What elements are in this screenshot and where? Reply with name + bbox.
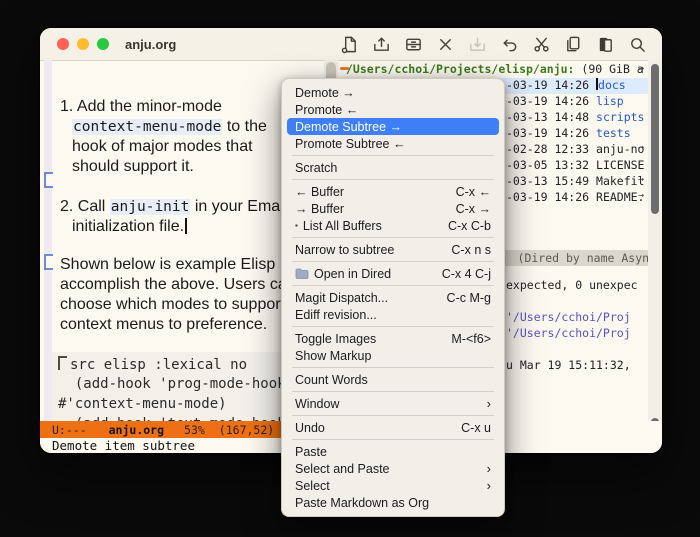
modeline-chrome: U:--- xyxy=(52,422,87,437)
toolbar xyxy=(338,28,648,60)
dired-path: /Users/cchoi/Projects/elisp/anju: xyxy=(346,62,575,76)
dired-dir-name[interactable]: scripts xyxy=(596,110,644,124)
menu-separator xyxy=(292,261,494,262)
context-menu: Demote → Promote ← Demote Subtree → Prom… xyxy=(281,78,505,517)
src-block-header: src elisp :lexical no xyxy=(58,356,247,373)
menu-item-paste-markdown-as-org[interactable]: Paste Markdown as Org xyxy=(287,494,499,511)
compilation-scrollbar-thumb[interactable] xyxy=(651,418,659,421)
submenu-chevron-icon: › xyxy=(486,478,491,493)
dired-dir-name[interactable]: docs xyxy=(598,78,626,92)
menu-item-toggle-images[interactable]: Toggle Images M-<f6> xyxy=(287,330,499,347)
src-block-line: (add-hook 'prog-mode-hook xyxy=(58,376,286,392)
menu-separator xyxy=(292,415,494,416)
traffic-lights xyxy=(57,38,109,50)
menu-item-select-and-paste[interactable]: Select and Paste › xyxy=(287,460,499,477)
org-list-item: 1. Add the minor-mode xyxy=(60,98,222,115)
menu-item-magit-dispatch[interactable]: Magit Dispatch... C-c M-g xyxy=(287,289,499,306)
dired-dir-name[interactable]: lisp xyxy=(596,94,624,108)
org-paragraph: accomplish the above. Users can xyxy=(60,276,296,293)
menu-separator xyxy=(292,391,494,392)
menu-item-count-words[interactable]: Count Words xyxy=(287,371,499,388)
menu-item-undo[interactable]: Undo C-x u xyxy=(287,419,499,436)
save-as-icon[interactable] xyxy=(466,33,488,55)
text-cursor xyxy=(185,218,188,234)
folder-icon xyxy=(295,268,309,279)
modeline-percent: 53% xyxy=(184,422,205,437)
truncation-arrow-icon: → xyxy=(637,190,644,201)
menu-item-window[interactable]: Window › xyxy=(287,395,499,412)
new-file-icon[interactable] xyxy=(338,33,360,55)
dired-header-line: /Users/cchoi/Projects/elisp/anju: (90 Gi… xyxy=(346,62,644,76)
dired-scrollbar-thumb[interactable] xyxy=(651,64,659,214)
fringe-mark-icon xyxy=(44,172,53,188)
menu-separator xyxy=(292,179,494,180)
close-window-button[interactable] xyxy=(57,38,69,50)
modeline-position: (167,52) xyxy=(218,422,275,437)
echo-message: Demote item subtree xyxy=(52,438,195,453)
open-file-icon[interactable] xyxy=(370,33,392,55)
zoom-window-button[interactable] xyxy=(97,38,109,50)
dired-dir-name[interactable]: tests xyxy=(596,126,631,140)
left-fringe xyxy=(44,60,52,421)
menu-item-select[interactable]: Select › xyxy=(287,477,499,494)
menu-item-scratch[interactable]: Scratch xyxy=(287,159,499,176)
search-icon[interactable] xyxy=(626,33,648,55)
compilation-link[interactable]: '/Users/cchoi/Proj xyxy=(506,326,631,340)
submenu-chevron-icon: › xyxy=(486,396,491,411)
cut-icon[interactable] xyxy=(530,33,552,55)
menu-item-narrow-to-subtree[interactable]: Narrow to subtree C-x n s xyxy=(287,241,499,258)
src-block-corner-icon xyxy=(58,356,67,370)
compilation-line: expected, 0 unexpec xyxy=(506,278,638,292)
menu-separator xyxy=(292,237,494,238)
undo-icon[interactable] xyxy=(498,33,520,55)
menu-item-list-all-buffers[interactable]: ▪ List All Buffers C-x C-b xyxy=(287,217,499,234)
truncation-arrow-icon: → xyxy=(637,63,644,74)
modeline-buffer-name: anju.org xyxy=(108,422,165,437)
menu-item-promote-subtree[interactable]: Promote Subtree ← xyxy=(287,135,499,152)
org-list-item: should support it. xyxy=(72,158,194,175)
compilation-line: u Mar 19 15:11:32, xyxy=(506,358,638,372)
menu-item-demote[interactable]: Demote → xyxy=(287,84,499,101)
paste-icon[interactable] xyxy=(594,33,616,55)
menu-separator xyxy=(292,367,494,368)
truncation-arrow-icon: → xyxy=(637,174,644,185)
menu-item-open-in-dired[interactable]: Open in Dired C-x 4 C-j xyxy=(287,265,499,282)
right-scrollbar[interactable] xyxy=(648,60,662,421)
inline-code: context-menu-mode xyxy=(72,119,223,135)
copy-icon[interactable] xyxy=(562,33,584,55)
org-list-item: hook of major modes that xyxy=(72,138,253,155)
menu-separator xyxy=(292,439,494,440)
org-paragraph: context menus to preference. xyxy=(60,316,268,333)
org-list-item: initialization file. xyxy=(72,218,188,236)
menu-separator xyxy=(292,285,494,286)
menu-item-next-buffer[interactable]: → Buffer C-x → xyxy=(287,200,499,217)
org-paragraph: choose which modes to support xyxy=(60,296,286,313)
fringe-mark-icon xyxy=(44,254,53,270)
truncation-arrow-icon: → xyxy=(637,142,644,153)
close-buffer-icon[interactable] xyxy=(434,33,456,55)
desktop: anju.org 1. Add the minor-mode context-m… xyxy=(0,0,700,537)
menu-item-promote[interactable]: Promote ← xyxy=(287,101,499,118)
org-list-item: 2. Call anju-init in your Emacs xyxy=(60,198,297,215)
save-icon[interactable] xyxy=(402,33,424,55)
window-title: anju.org xyxy=(125,36,177,52)
menu-item-show-markup[interactable]: Show Markup xyxy=(287,347,499,364)
menu-item-prev-buffer[interactable]: ← Buffer C-x ← xyxy=(287,183,499,200)
inline-code: anju-init xyxy=(109,199,191,215)
org-paragraph: Shown below is example Elisp xyxy=(60,256,276,273)
submenu-chevron-icon: › xyxy=(486,461,491,476)
title-bar[interactable]: anju.org xyxy=(40,28,662,61)
buffer-list-icon: ▪ xyxy=(295,221,298,230)
menu-item-ediff-revision[interactable]: Ediff revision... xyxy=(287,306,499,323)
minimize-window-button[interactable] xyxy=(77,38,89,50)
dired-file-name[interactable]: LICENSE xyxy=(596,158,644,172)
menu-item-paste[interactable]: Paste xyxy=(287,443,499,460)
src-block-line: #'context-menu-mode) xyxy=(58,396,227,412)
org-list-item: context-menu-mode to the xyxy=(72,118,267,135)
compilation-link[interactable]: '/Users/cchoi/Proj xyxy=(506,310,631,324)
menu-item-demote-subtree[interactable]: Demote Subtree → xyxy=(287,118,499,135)
menu-separator xyxy=(292,155,494,156)
menu-separator xyxy=(292,326,494,327)
